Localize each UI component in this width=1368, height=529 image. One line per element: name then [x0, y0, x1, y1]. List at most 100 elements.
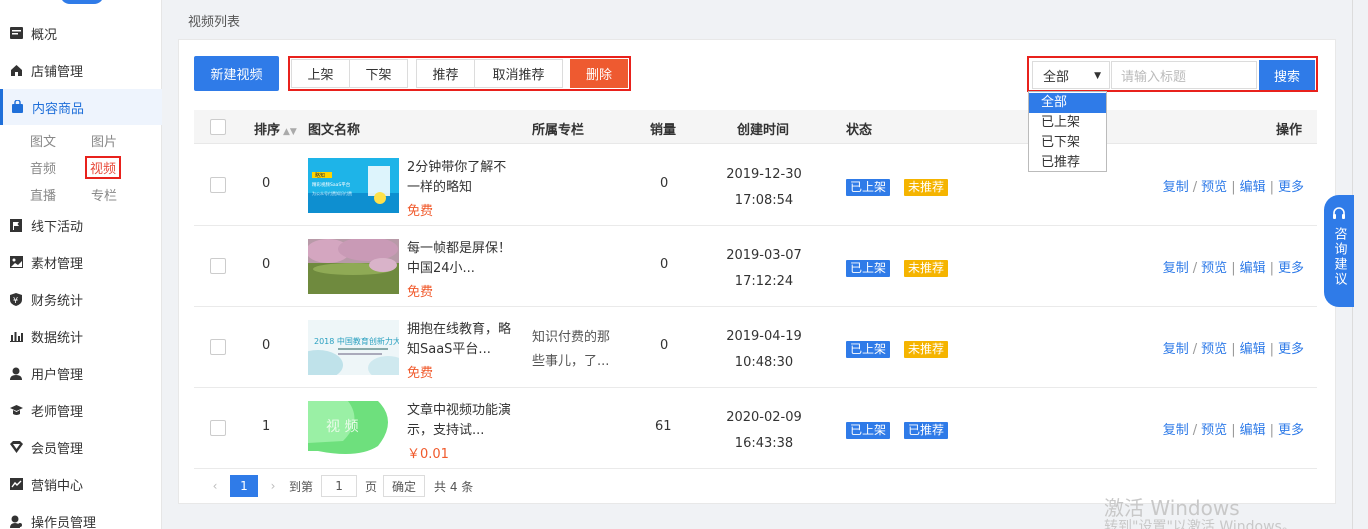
divider: | [1269, 180, 1274, 195]
table-header: 排序 ▲▼ 图文名称 所属专栏 销量 创建时间 状态 操作 [194, 110, 1317, 144]
header-order[interactable]: 排序 ▲▼ [254, 119, 297, 138]
more-link[interactable]: 更多 [1278, 342, 1304, 357]
pagination: ‹ 1 › 到第 1 页 确定 共 4 条 [205, 474, 473, 498]
copy-link[interactable]: 复制 [1163, 423, 1189, 438]
dropdown-option[interactable]: 全部 [1029, 93, 1106, 113]
goto-confirm-button[interactable]: 确定 [383, 475, 426, 497]
delete-button[interactable]: 删除 [570, 59, 628, 88]
submenu-audio[interactable]: 音频 [30, 158, 56, 177]
status-badge: 已上架 [846, 260, 891, 277]
row-actions: 复制 / 预览 | 编辑 | 更多 [1163, 257, 1304, 276]
submenu-article[interactable]: 图文 [30, 131, 56, 150]
sidebar-item-label: 营销中心 [31, 478, 84, 494]
user-icon [9, 366, 23, 380]
edit-link[interactable]: 编辑 [1240, 180, 1266, 195]
video-title[interactable]: 2分钟带你了解不一样的略知 [407, 158, 512, 198]
status-select-value: 全部 [1043, 69, 1070, 85]
preview-link[interactable]: 预览 [1201, 342, 1227, 357]
divider: / [1192, 342, 1198, 357]
video-title[interactable]: 文章中视频功能演示，支持试... [407, 401, 512, 441]
thumbnail-text: 精彩视频SaaS平台 [312, 181, 351, 188]
goto-page-input[interactable]: 1 [321, 475, 358, 497]
submenu-video[interactable]: 视频 [85, 156, 122, 179]
copy-link[interactable]: 复制 [1163, 180, 1189, 195]
cancel-recommend-button[interactable]: 取消推荐 [474, 59, 563, 88]
preview-link[interactable]: 预览 [1201, 261, 1227, 276]
video-price: 免费 [407, 285, 434, 300]
header-sales: 销量 [650, 123, 677, 138]
video-title[interactable]: 拥抱在线教育，略知SaaS平台... [407, 320, 512, 360]
dropdown-option[interactable]: 已推荐 [1029, 153, 1106, 173]
overview-icon [9, 26, 23, 40]
more-link[interactable]: 更多 [1278, 180, 1304, 195]
edit-link[interactable]: 编辑 [1240, 261, 1266, 276]
header-name: 图文名称 [308, 123, 361, 138]
new-video-button[interactable]: 新建视频 [194, 56, 279, 91]
sidebar-item-material[interactable]: 素材管理 [0, 244, 162, 280]
search-button[interactable]: 搜索 [1259, 60, 1315, 90]
submenu-live[interactable]: 直播 [30, 185, 56, 204]
page-current[interactable]: 1 [230, 475, 258, 497]
thumbnail-1-art: 略知 精彩视频SaaS平台 为公众号付费知识付费 [308, 158, 399, 213]
goto-suffix: 页 [365, 479, 378, 494]
video-column[interactable]: 知识付费的那些事儿，了... [532, 326, 622, 374]
sidebar-item-offline[interactable]: 线下活动 [0, 207, 162, 243]
sidebar-item-members[interactable]: 会员管理 [0, 429, 162, 465]
row-actions: 复制 / 预览 | 编辑 | 更多 [1163, 419, 1304, 438]
sidebar-item-finance[interactable]: ¥ 财务统计 [0, 281, 162, 317]
sidebar-item-content[interactable]: 内容商品 [0, 89, 162, 125]
table-row: 1 视 频 文章中视频功能演示，支持试... ￥0.01 61 2020-02-… [194, 388, 1317, 469]
created-clock: 10:48:30 [734, 355, 794, 370]
submenu-column[interactable]: 专栏 [91, 185, 117, 204]
thumbnail-3-art: 2018 中国教育创新力大会 [308, 320, 399, 375]
video-thumbnail[interactable]: 视 频 [308, 401, 399, 456]
sidebar-item-marketing[interactable]: 营销中心 [0, 466, 162, 502]
preview-link[interactable]: 预览 [1201, 423, 1227, 438]
sidebar-item-store[interactable]: 店铺管理 [0, 52, 162, 88]
caret-down-icon: ▼ [1094, 71, 1101, 81]
sort-icon[interactable]: ▲▼ [283, 127, 297, 137]
sidebar-item-users[interactable]: 用户管理 [0, 355, 162, 391]
recommend-button[interactable]: 推荐 [416, 59, 475, 88]
row-checkbox[interactable] [210, 339, 226, 355]
divider: / [1192, 180, 1198, 195]
table-row: 0 略知 精彩视频SaaS平台 为公众号付费知识付费 2分钟带你了解不一样的略知… [194, 145, 1317, 226]
sidebar-item-operators[interactable]: 操作员管理 [0, 503, 162, 529]
row-checkbox[interactable] [210, 420, 226, 436]
table-row: 0 2018 中国教育创新力大会 拥抱在线教育，略知SaaS平台... 免费 知… [194, 307, 1317, 388]
dropdown-option[interactable]: 已上架 [1029, 113, 1106, 133]
divider: | [1231, 180, 1236, 195]
submenu-image[interactable]: 图片 [91, 131, 117, 150]
sidebar-item-label: 财务统计 [31, 293, 84, 309]
dropdown-option[interactable]: 已下架 [1029, 133, 1106, 153]
row-checkbox[interactable] [210, 177, 226, 193]
preview-link[interactable]: 预览 [1201, 180, 1227, 195]
consult-button[interactable]: 咨询建议 [1324, 195, 1354, 307]
video-title[interactable]: 每一帧都是屏保！中国24小... [407, 239, 512, 279]
video-thumbnail[interactable]: 2018 中国教育创新力大会 [308, 320, 399, 375]
chevron-right-icon[interactable]: › [263, 479, 283, 493]
on-shelf-button[interactable]: 上架 [291, 59, 350, 88]
sidebar-item-overview[interactable]: 概况 [0, 15, 162, 51]
off-shelf-button[interactable]: 下架 [349, 59, 408, 88]
divider: | [1269, 261, 1274, 276]
divider: | [1231, 261, 1236, 276]
video-thumbnail[interactable]: 略知 精彩视频SaaS平台 为公众号付费知识付费 [308, 158, 399, 213]
chevron-left-icon[interactable]: ‹ [205, 479, 225, 493]
edit-link[interactable]: 编辑 [1240, 342, 1266, 357]
more-link[interactable]: 更多 [1278, 261, 1304, 276]
divider: / [1192, 423, 1198, 438]
copy-link[interactable]: 复制 [1163, 342, 1189, 357]
copy-link[interactable]: 复制 [1163, 261, 1189, 276]
video-thumbnail[interactable] [308, 239, 399, 294]
status-select[interactable]: 全部 ▼ [1032, 61, 1110, 89]
row-actions: 复制 / 预览 | 编辑 | 更多 [1163, 338, 1304, 357]
select-all-checkbox[interactable] [210, 119, 226, 135]
row-checkbox[interactable] [210, 258, 226, 274]
sidebar-item-data[interactable]: 数据统计 [0, 318, 162, 354]
search-input[interactable]: 请输入标题 [1111, 61, 1257, 89]
more-link[interactable]: 更多 [1278, 423, 1304, 438]
sidebar-item-teachers[interactable]: 老师管理 [0, 392, 162, 428]
edit-link[interactable]: 编辑 [1240, 423, 1266, 438]
operator-icon [9, 514, 23, 528]
